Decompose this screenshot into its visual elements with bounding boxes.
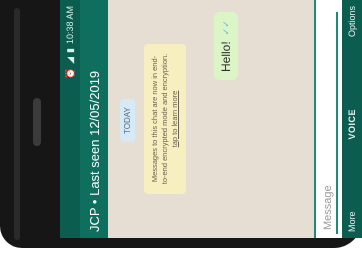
encryption-notice-text: Messages to this chat are now in end-to-… xyxy=(150,53,169,185)
softkey-more[interactable]: More xyxy=(347,211,357,232)
phone-body: ⏰ ◢ ▮ 10:38 AM JCP • Last seen 12/05/201… xyxy=(0,0,362,248)
battery-icon: ▮ xyxy=(64,48,75,53)
chat-header[interactable]: JCP • Last seen 12/05/2019 xyxy=(80,0,108,238)
read-ticks-icon: ✓✓ xyxy=(220,20,231,36)
softkey-options[interactable]: Options xyxy=(347,6,357,37)
status-bar: ⏰ ◢ ▮ 10:38 AM xyxy=(60,0,80,238)
chat-title: JCP • Last seen 12/05/2019 xyxy=(86,70,102,232)
alarm-icon: ⏰ xyxy=(64,67,75,80)
softkey-voice[interactable]: VOICE xyxy=(347,109,357,140)
phone-screen: ⏰ ◢ ▮ 10:38 AM JCP • Last seen 12/05/201… xyxy=(60,0,362,238)
signal-icon: ◢ xyxy=(64,56,75,64)
rotated-app-frame: ⏰ ◢ ▮ 10:38 AM JCP • Last seen 12/05/201… xyxy=(60,0,362,238)
phone-speaker xyxy=(33,98,41,146)
softkey-bar: More VOICE Options xyxy=(342,0,362,238)
encryption-notice: Messages to this chat are now in end-to-… xyxy=(144,44,186,194)
encryption-learn-more-link[interactable]: tap to learn more xyxy=(170,91,179,148)
status-time: 10:38 AM xyxy=(65,6,75,45)
input-bar: Message xyxy=(314,0,344,238)
message-text: Hello! xyxy=(219,41,233,72)
outgoing-message[interactable]: Hello! ✓✓ xyxy=(214,12,238,80)
phone-bezel-edge xyxy=(14,8,20,240)
date-label: TODAY xyxy=(120,99,135,142)
message-input[interactable]: Message xyxy=(320,12,338,234)
chat-area: TODAY Messages to this chat are now in e… xyxy=(108,0,314,238)
